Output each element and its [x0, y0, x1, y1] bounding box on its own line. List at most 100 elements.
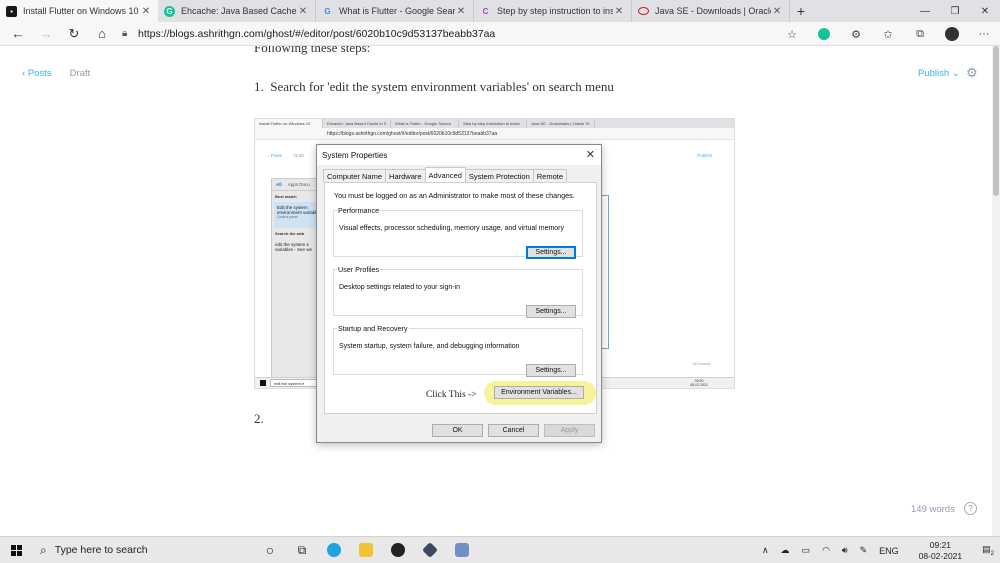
mini-tab-strip: Install Flutter on Windows 10 Ehcache: J… — [255, 119, 734, 128]
system-properties-dialog: System Properties ✕ Computer Name Hardwa… — [316, 144, 602, 443]
apply-button[interactable]: Apply — [544, 424, 595, 437]
close-tab-icon[interactable]: ✕ — [297, 6, 309, 17]
close-window-icon[interactable]: ✕ — [970, 0, 1000, 22]
mini-start-icon — [260, 380, 266, 386]
tab-remote[interactable]: Remote — [532, 169, 568, 182]
tab-title: Install Flutter on Windows 10 - A — [23, 6, 140, 16]
windows-logo-icon — [10, 544, 22, 556]
link-icon: C — [482, 6, 489, 16]
close-tab-icon[interactable]: ✕ — [455, 6, 467, 17]
dialog-title: System Properties — [322, 150, 388, 160]
scrollbar-thumb[interactable] — [993, 46, 999, 196]
windows-taskbar: ⌕ Type here to search ○ ⧉ ∧ ☁ ▭ ◠ 🔊︎ ✎ E… — [0, 536, 1000, 563]
browser-toolbar: ← → ↻ ⌂ 🔒︎ https://blogs.ashrithgn.com/g… — [0, 22, 1000, 46]
tab-system-protection[interactable]: System Protection — [464, 169, 534, 182]
dialog-titlebar: System Properties ✕ — [317, 145, 601, 165]
grammarly-icon: G — [164, 5, 175, 17]
tab-hardware[interactable]: Hardware — [385, 169, 426, 182]
tab-title: Ehcache: Java Based Cache in Sp — [181, 6, 297, 16]
window-controls: — ❐ ✕ — [910, 0, 1000, 22]
pen-icon[interactable]: ✎ — [854, 545, 874, 556]
system-tray: ∧ ☁ ▭ ◠ 🔊︎ ✎ ENG 09:21 08-02-2021 ▤2 — [756, 537, 1000, 563]
mini-address-bar: https://blogs.ashrithgn.com/ghost/#/edit… — [255, 128, 734, 140]
google-icon: G — [324, 6, 331, 16]
minimize-icon[interactable]: — — [910, 0, 940, 22]
close-tab-icon[interactable]: ✕ — [140, 6, 152, 17]
dialog-tabs: Computer Name Hardware Advanced System P… — [323, 167, 568, 183]
environment-variables-button[interactable]: Environment Variables... — [494, 386, 584, 399]
more-menu-icon[interactable]: ··· — [968, 28, 1000, 40]
close-tab-icon[interactable]: ✕ — [613, 6, 625, 17]
collections-icon[interactable]: ⧉ — [904, 28, 936, 41]
step-1-text[interactable]: 1. Search for 'edit the system environme… — [254, 79, 614, 95]
posts-link[interactable]: ‹ Posts — [22, 68, 52, 79]
favorite-star-icon[interactable]: ☆ — [776, 28, 808, 41]
back-icon[interactable]: ← — [4, 22, 32, 46]
page-scrollbar[interactable] — [992, 46, 1000, 536]
advanced-panel: You must be logged on as an Administrato… — [324, 182, 597, 414]
ghost-icon: ▪ — [6, 5, 17, 17]
mini-selection-outline — [601, 195, 609, 349]
file-explorer-icon[interactable] — [350, 537, 382, 563]
click-this-annotation: Click This -> — [426, 390, 477, 400]
breadcrumb: ‹ Posts Draft — [22, 68, 90, 79]
close-icon[interactable]: ✕ — [586, 148, 595, 161]
help-icon[interactable]: ? — [964, 502, 977, 515]
taskbar-clock[interactable]: 09:21 08-02-2021 — [905, 540, 976, 562]
xbox-icon[interactable] — [382, 537, 414, 563]
startup-settings-button[interactable]: Settings... — [526, 364, 576, 377]
browser-tab-strip: ▪ Install Flutter on Windows 10 - A ✕ G … — [0, 0, 1000, 22]
notification-icon[interactable]: ▤2 — [976, 544, 1000, 557]
browser-tab[interactable]: C Step by step instruction to instal ✕ — [474, 0, 632, 22]
grammarly-extension-icon[interactable] — [818, 28, 830, 40]
cortana-icon[interactable]: ○ — [254, 537, 286, 563]
tab-title: What is Flutter - Google Search — [339, 6, 455, 16]
performance-settings-button[interactable]: Settings... — [526, 246, 576, 259]
browser-tab[interactable]: Java SE - Downloads | Oracle Tec ✕ — [632, 0, 790, 22]
extension-icon[interactable]: ⚙ — [840, 28, 872, 41]
cloud-icon[interactable]: ☁ — [775, 545, 796, 556]
volume-icon[interactable]: 🔊︎ — [836, 545, 854, 556]
edge-icon[interactable] — [318, 537, 350, 563]
tab-title: Step by step instruction to instal — [497, 6, 613, 16]
publish-button[interactable]: Publish ⌄ — [918, 68, 960, 79]
mini-breadcrumb: ‹ Posts Draft — [268, 153, 304, 158]
reload-icon[interactable]: ↻ — [60, 22, 88, 46]
cancel-button[interactable]: Cancel — [488, 424, 539, 437]
tab-computer-name[interactable]: Computer Name — [323, 169, 387, 182]
app-icon[interactable] — [414, 537, 446, 563]
restore-icon[interactable]: ❐ — [940, 0, 970, 22]
taskbar-search-box[interactable]: ⌕ Type here to search — [32, 537, 254, 563]
address-bar[interactable]: 🔒︎ https://blogs.ashrithgn.com/ghost/#/e… — [122, 24, 802, 44]
settings-gear-icon[interactable]: ⚙ — [966, 65, 978, 81]
url-text: https://blogs.ashrithgn.com/ghost/#/edit… — [138, 27, 496, 40]
system-properties-taskbar-icon[interactable] — [446, 537, 478, 563]
profiles-settings-button[interactable]: Settings... — [526, 305, 576, 318]
browser-tab[interactable]: G What is Flutter - Google Search ✕ — [316, 0, 474, 22]
home-icon[interactable]: ⌂ — [88, 22, 116, 46]
battery-icon[interactable]: ▭ — [796, 545, 817, 556]
profile-avatar[interactable] — [945, 27, 959, 41]
mini-publish: Publish — [697, 153, 712, 158]
browser-tab[interactable]: ▪ Install Flutter on Windows 10 - A ✕ — [0, 0, 158, 22]
browser-tab[interactable]: G Ehcache: Java Based Cache in Sp ✕ — [158, 0, 316, 22]
toolbar-icons: ☆ ⚙ ✩ ⧉ ··· — [776, 22, 1000, 46]
wifi-icon[interactable]: ◠ — [816, 545, 836, 556]
mini-word-count: 149 words — [692, 361, 711, 366]
lock-icon: 🔒︎ — [122, 28, 128, 39]
tab-title: Java SE - Downloads | Oracle Tec — [655, 6, 771, 16]
step-2-text[interactable]: 2. — [254, 411, 264, 427]
forward-icon[interactable]: → — [32, 22, 60, 46]
start-button[interactable] — [0, 537, 32, 563]
language-indicator[interactable]: ENG — [873, 546, 905, 556]
ok-button[interactable]: OK — [432, 424, 483, 437]
chevron-up-icon[interactable]: ∧ — [756, 545, 775, 556]
new-tab-button[interactable]: + — [790, 0, 812, 22]
mini-search-box: edit the system e — [270, 379, 318, 387]
search-icon: ⌕ — [40, 542, 47, 557]
draft-status: Draft — [69, 68, 91, 79]
tab-advanced[interactable]: Advanced — [424, 167, 466, 183]
task-view-icon[interactable]: ⧉ — [286, 537, 318, 563]
close-tab-icon[interactable]: ✕ — [771, 6, 783, 17]
favorites-icon[interactable]: ✩ — [872, 28, 904, 41]
